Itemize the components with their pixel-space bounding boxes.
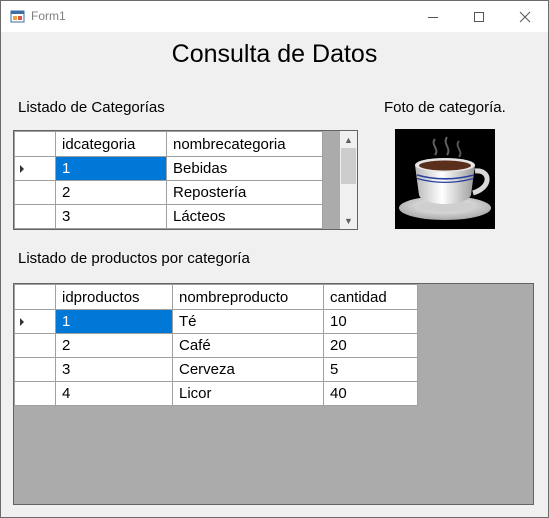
title-bar[interactable]: Form1 — [1, 1, 548, 32]
table-row[interactable]: 1 Bebidas — [14, 156, 323, 181]
row-header[interactable] — [14, 156, 56, 181]
table-row[interactable]: 1 Té 10 — [14, 309, 418, 334]
coffee-cup-icon — [399, 136, 491, 220]
row-header[interactable] — [14, 381, 56, 406]
column-header-cantidad[interactable]: cantidad — [323, 284, 418, 310]
categories-label: Listado de Categorías — [18, 99, 165, 116]
table-cell[interactable]: 20 — [323, 333, 418, 358]
current-row-arrow-icon — [20, 318, 24, 326]
column-header-idcategoria[interactable]: idcategoria — [55, 131, 167, 157]
table-cell[interactable]: Lácteos — [166, 204, 323, 229]
minimize-icon — [428, 16, 438, 18]
table-cell[interactable]: 3 — [55, 357, 173, 382]
table-cell[interactable]: 2 — [55, 180, 167, 205]
categories-header-row: idcategoria nombrecategoria — [14, 131, 323, 157]
row-header[interactable] — [14, 357, 56, 382]
row-header-corner[interactable] — [14, 284, 56, 310]
table-row[interactable]: 4 Licor 40 — [14, 381, 418, 406]
table-cell[interactable]: Cerveza — [172, 357, 324, 382]
row-header[interactable] — [14, 309, 56, 334]
table-cell[interactable]: 3 — [55, 204, 167, 229]
row-header-corner[interactable] — [14, 131, 56, 157]
minimize-button[interactable] — [410, 1, 456, 32]
column-header-idproductos[interactable]: idproductos — [55, 284, 173, 310]
table-row[interactable]: 3 Cerveza 5 — [14, 357, 418, 382]
scroll-up-icon[interactable]: ▲ — [340, 131, 357, 148]
close-button[interactable] — [502, 1, 548, 32]
maximize-button[interactable] — [456, 1, 502, 32]
categories-table: idcategoria nombrecategoria 1 Bebidas 2 … — [14, 131, 323, 229]
row-header[interactable] — [14, 204, 56, 229]
row-header[interactable] — [14, 180, 56, 205]
table-cell[interactable]: Repostería — [166, 180, 323, 205]
table-cell[interactable]: 5 — [323, 357, 418, 382]
column-header-nombreproducto[interactable]: nombreproducto — [172, 284, 324, 310]
table-cell[interactable]: Café — [172, 333, 324, 358]
column-header-nombrecategoria[interactable]: nombrecategoria — [166, 131, 323, 157]
table-cell[interactable]: 1 — [55, 156, 167, 181]
scroll-down-icon[interactable]: ▼ — [340, 212, 357, 229]
products-table: idproductos nombreproducto cantidad 1 Té… — [14, 284, 418, 406]
table-row[interactable]: 2 Café 20 — [14, 333, 418, 358]
table-cell[interactable]: Té — [172, 309, 324, 334]
table-cell[interactable]: Bebidas — [166, 156, 323, 181]
table-cell[interactable]: 1 — [55, 309, 173, 334]
products-header-row: idproductos nombreproducto cantidad — [14, 284, 418, 310]
categories-vertical-scrollbar[interactable]: ▲ ▼ — [340, 131, 357, 229]
close-icon — [519, 11, 531, 22]
table-row[interactable]: 3 Lácteos — [14, 204, 323, 229]
current-row-arrow-icon — [20, 165, 24, 173]
photo-label: Foto de categoría. — [384, 99, 506, 116]
table-row[interactable]: 2 Repostería — [14, 180, 323, 205]
table-cell[interactable]: 10 — [323, 309, 418, 334]
window-title: Form1 — [31, 9, 66, 23]
table-cell[interactable]: 40 — [323, 381, 418, 406]
products-grid[interactable]: idproductos nombreproducto cantidad 1 Té… — [13, 283, 534, 505]
table-cell[interactable]: 2 — [55, 333, 173, 358]
scroll-thumb[interactable] — [341, 148, 356, 184]
page-title: Consulta de Datos — [171, 40, 378, 68]
table-cell[interactable]: Licor — [172, 381, 324, 406]
products-label: Listado de productos por categoría — [18, 250, 250, 267]
category-photo — [395, 129, 495, 229]
maximize-icon — [474, 11, 484, 22]
app-icon — [10, 10, 25, 23]
categories-grid[interactable]: idcategoria nombrecategoria 1 Bebidas 2 … — [13, 130, 358, 230]
row-header[interactable] — [14, 333, 56, 358]
table-cell[interactable]: 4 — [55, 381, 173, 406]
